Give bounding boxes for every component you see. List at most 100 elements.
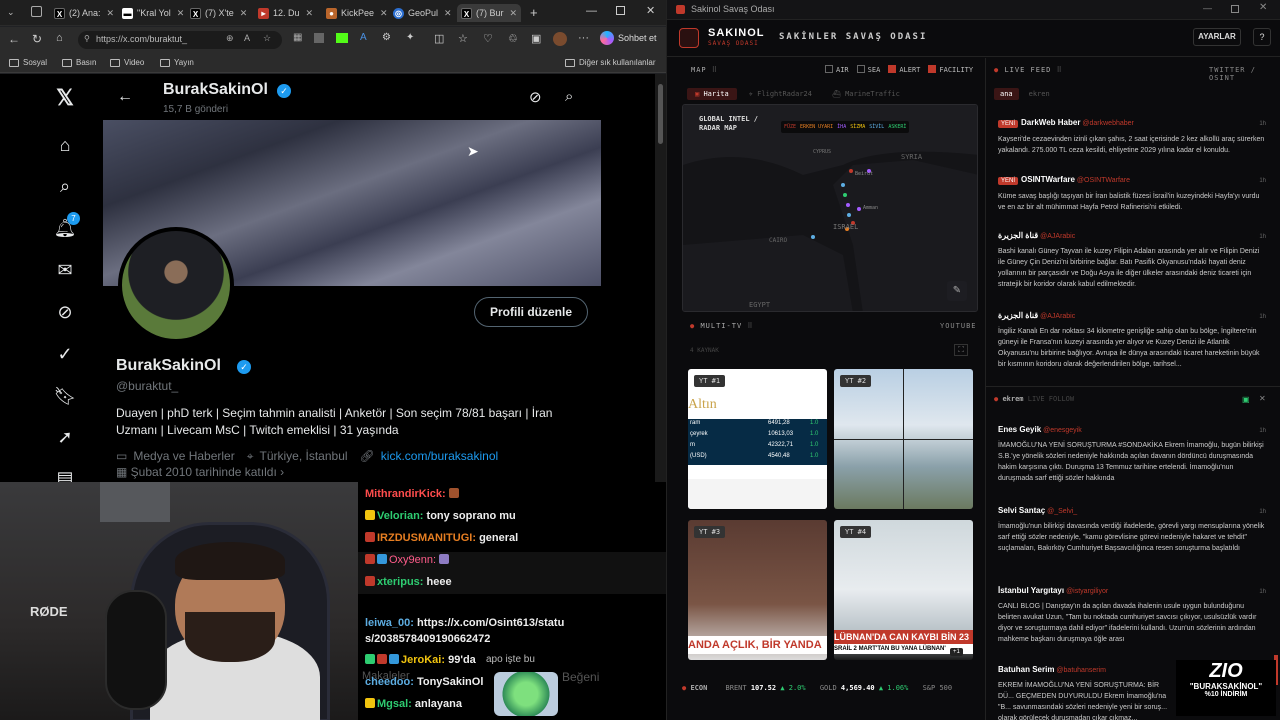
map-edit-pencil-icon[interactable]: ✎ (947, 281, 967, 301)
maximize-icon[interactable] (616, 6, 625, 15)
site-info-icon[interactable]: ⚲ (84, 34, 90, 43)
feed-item[interactable]: YENİ OSINTWarfare @OSINTWarfare 1h Küme s… (998, 174, 1266, 213)
feed-tab-ana[interactable]: ana (994, 88, 1019, 100)
close-tab-icon[interactable]: ✕ (306, 8, 314, 19)
feed-item[interactable]: قناة الجزيرة @AJArabic 1h Bashi kanalı G… (998, 230, 1266, 290)
jobs-rocket-icon[interactable]: ➚ (53, 425, 77, 449)
map-marker[interactable] (841, 183, 845, 187)
filter-air[interactable]: AIR (825, 65, 849, 74)
back-icon[interactable]: ← (8, 32, 20, 46)
bookmark-star-icon[interactable]: ☆ (263, 33, 271, 44)
grok-icon[interactable]: ⊘ (53, 300, 77, 324)
feed-settings-icon[interactable]: ▣ (1242, 395, 1250, 404)
bookmark-folder[interactable]: Yayın (160, 58, 194, 67)
explore-search-icon[interactable]: ⌕ (53, 174, 77, 198)
close-tab-icon[interactable]: ✕ (240, 8, 248, 19)
browser-tab-active[interactable]: X (7) Bur ✕ (457, 4, 521, 22)
read-aloud-icon[interactable]: A (244, 33, 250, 43)
zoom-icon[interactable]: ⊕ (226, 33, 234, 44)
bookmark-folder[interactable]: Sosyal (9, 58, 47, 67)
feed-tab-ekren[interactable]: ekren (1023, 88, 1056, 100)
map-marker[interactable] (847, 213, 851, 217)
maximize-icon[interactable] (1231, 5, 1239, 13)
x-logo-icon[interactable]: 𝕏 (53, 86, 77, 110)
map-marker[interactable] (857, 207, 861, 211)
profile-avatar[interactable] (118, 227, 234, 343)
tab-flightradar[interactable]: ✈ FlightRadar24 (741, 88, 820, 100)
feed-item[interactable]: YENİ DarkWeb Haber @darkwebhaber 1h Kayse… (998, 117, 1266, 156)
refresh-icon[interactable]: ↻ (32, 32, 42, 46)
close-tab-icon[interactable]: ✕ (107, 8, 115, 19)
map-marker[interactable] (843, 193, 847, 197)
tv-tile-1[interactable]: YT #1 Altın ram 6491,28 1.0 çeyrek 10613… (688, 369, 827, 509)
other-bookmarks[interactable]: Diğer sık kullanılanlar (565, 58, 655, 67)
extension-icon[interactable]: ▦ (293, 32, 302, 43)
notifications-bell-icon[interactable]: 🔔︎ 7 (53, 212, 80, 240)
workspace-icon[interactable] (31, 6, 42, 17)
collections-icon[interactable]: ♡ (483, 32, 493, 45)
close-window-icon[interactable]: ✕ (1259, 2, 1267, 13)
scrollbar-thumb[interactable] (658, 84, 663, 144)
close-window-icon[interactable]: ✕ (646, 4, 655, 17)
tv-tile-2[interactable]: YT #2 (834, 369, 973, 509)
profile-avatar-icon[interactable] (553, 32, 567, 46)
grok-icon[interactable]: ⊘ (529, 88, 542, 106)
browser-tab[interactable]: X (2) Ana: ✕ (54, 4, 116, 22)
filter-alert[interactable]: ALERT (888, 65, 920, 74)
browser-tab[interactable]: ▬ "Kral Yol ✕ (122, 4, 184, 22)
minimize-icon[interactable]: — (586, 5, 597, 17)
feed-close-icon[interactable]: ✕ (1259, 394, 1266, 403)
tab-marinetraffic[interactable]: ⛴ MarineTraffic (824, 88, 908, 100)
map-marker[interactable] (811, 235, 815, 239)
messages-mail-icon[interactable]: ✉ (53, 258, 77, 282)
tab-list-icon[interactable]: ⌄ (7, 7, 15, 18)
close-tab-icon[interactable]: ✕ (380, 8, 388, 19)
extension-icon[interactable]: ⚙ (382, 32, 391, 43)
profile-link[interactable]: kick.com/buraksakinol (381, 449, 498, 464)
help-button[interactable]: ? (1253, 28, 1271, 46)
tv-tile-3[interactable]: YT #3 ANDA AÇLIK, BİR YANDA (688, 520, 827, 660)
copilot-button[interactable]: Sohbet et (600, 31, 657, 45)
bookmarks-icon[interactable]: 🔖︎ (53, 384, 77, 408)
bookmark-folder[interactable]: Basın (62, 58, 96, 67)
close-tab-icon[interactable]: ✕ (177, 8, 184, 19)
more-options-icon[interactable]: ··· (578, 32, 589, 44)
browser-tab[interactable]: ● KickPee ✕ (326, 4, 388, 22)
more-sources-badge[interactable]: +1 (950, 648, 963, 656)
feed-item[interactable]: Enes Geyik @enesgeyik 1h İMAMOĞLU'NA YEN… (998, 424, 1266, 484)
edit-profile-button[interactable]: Profili düzenle (474, 297, 588, 327)
feed-item[interactable]: قناة الجزيرة @AJArabic 1h İngiliz Kanalı… (998, 310, 1266, 374)
verified-icon[interactable]: ✓ (53, 342, 77, 366)
fullscreen-icon[interactable]: ⛶ (954, 344, 968, 356)
bookmark-folder[interactable]: Video (110, 58, 144, 67)
close-tab-icon[interactable]: ✕ (510, 8, 518, 19)
browser-tab[interactable]: ◎ GeoPul ✕ (393, 4, 455, 22)
home-icon[interactable]: ⌂ (53, 133, 77, 157)
feed-item[interactable]: Batuhan Serim @batuhanserim EKREM İMAMOĞ… (998, 664, 1174, 720)
extension-icon[interactable] (314, 33, 324, 43)
extensions-icon[interactable]: ✦ (406, 32, 414, 43)
close-tab-icon[interactable]: ✕ (444, 8, 452, 19)
screenshot-icon[interactable]: ▣ (531, 32, 541, 45)
settings-button[interactable]: AYARLAR (1193, 28, 1241, 46)
feed-item[interactable]: Selvi Santaç @_Selvi_ 1h İmamoğlu'nun bi… (998, 505, 1266, 554)
translate-icon[interactable]: A (360, 32, 367, 43)
map-marker[interactable] (849, 169, 853, 173)
radar-map[interactable]: GLOBAL INTEL / RADAR MAP FÜZE ERKEN UYAR… (682, 104, 978, 312)
split-screen-icon[interactable]: ◫ (434, 32, 444, 45)
tv-tile-4[interactable]: YT #4 LÜBNAN'DA CAN KAYBI BİN 23 SRAİL 2… (834, 520, 973, 660)
browser-essentials-icon[interactable]: ♲ (508, 32, 518, 45)
search-icon[interactable]: ⌕ (565, 88, 573, 105)
filter-facility[interactable]: FACILITY (928, 65, 973, 74)
tab-harita[interactable]: ▣ Harita (687, 88, 737, 100)
favorites-icon[interactable]: ☆ (458, 32, 468, 45)
back-arrow-icon[interactable]: ← (117, 88, 133, 106)
browser-tab[interactable]: X (7) X'te ✕ (190, 4, 252, 22)
browser-tab[interactable]: ▸ 12. Du ✕ (258, 4, 320, 22)
filter-sea[interactable]: SEA (856, 65, 880, 74)
home-icon[interactable]: ⌂ (56, 32, 63, 44)
new-tab-icon[interactable]: + (530, 5, 538, 20)
minimize-icon[interactable]: — (1203, 3, 1212, 13)
feed-item[interactable]: İstanbul Yargıtayı @istyargiliyor 1h CAN… (998, 585, 1266, 645)
map-marker[interactable] (846, 203, 850, 207)
